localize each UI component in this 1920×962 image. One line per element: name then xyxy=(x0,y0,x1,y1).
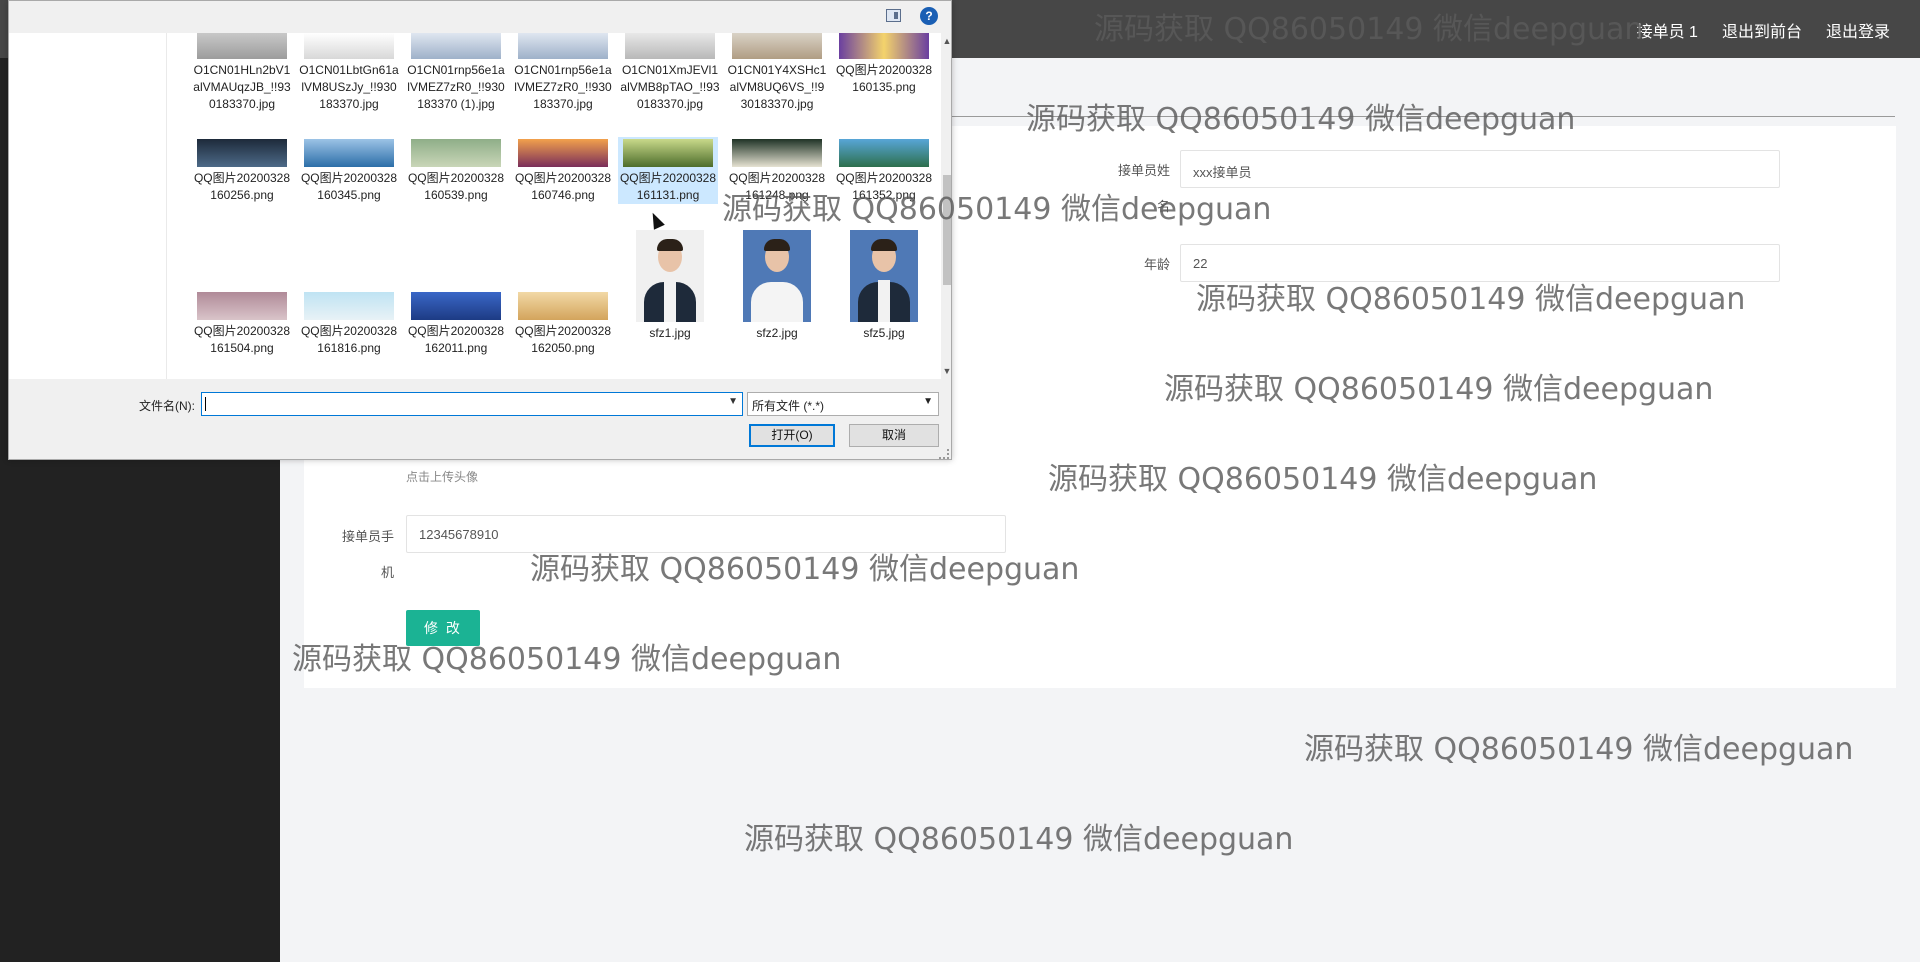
file-item[interactable]: O1CN01Y4XSHc1alVM8UQ6VS_!!930183370.jpg xyxy=(727,33,827,113)
file-name: sfz5.jpg xyxy=(863,326,905,340)
portrait-thumbnail xyxy=(743,230,811,322)
phone-label-wrap: 机 xyxy=(380,565,394,580)
name-field[interactable]: xxx接单员 xyxy=(1180,150,1780,188)
watermark: 源码获取 QQ86050149 微信deepguan xyxy=(1094,12,1644,47)
portrait-thumbnail xyxy=(850,230,918,322)
file-item[interactable]: O1CN01rnp56e1alVMEZ7zR0_!!930183370.jpg xyxy=(513,33,613,113)
file-name: QQ图片20200328160135.png xyxy=(835,63,933,94)
file-name: O1CN01Y4XSHc1alVM8UQ6VS_!!930183370.jpg xyxy=(727,63,827,111)
file-name: QQ图片20200328161131.png xyxy=(619,171,717,202)
image-thumbnail xyxy=(304,139,394,167)
image-thumbnail xyxy=(518,33,608,59)
image-thumbnail xyxy=(197,33,287,59)
portrait-thumbnail xyxy=(636,230,704,322)
file-item[interactable]: QQ图片20200328160345.png xyxy=(299,139,399,204)
file-type-value: 所有文件 (*.*) xyxy=(752,399,825,413)
file-item[interactable]: QQ图片20200328161816.png xyxy=(299,292,399,357)
watermark: 源码获取 QQ86050149 微信deepguan xyxy=(1026,102,1576,137)
file-name: QQ图片20200328161504.png xyxy=(193,324,291,355)
file-item[interactable]: QQ图片20200328160135.png xyxy=(834,33,934,96)
file-name: QQ图片20200328160539.png xyxy=(407,171,505,202)
image-thumbnail xyxy=(839,33,929,59)
scroll-up-icon[interactable]: ▲ xyxy=(942,35,951,47)
watermark: 源码获取 QQ86050149 微信deepguan xyxy=(722,192,1272,227)
file-item[interactable]: sfz5.jpg xyxy=(834,230,934,342)
help-icon[interactable]: ? xyxy=(920,7,938,25)
image-thumbnail xyxy=(518,292,608,320)
chevron-down-icon: ▼ xyxy=(923,396,933,407)
watermark: 源码获取 QQ86050149 微信deepguan xyxy=(1164,372,1714,407)
file-item[interactable]: O1CN01XmJEVl1alVMB8pTAO_!!930183370.jpg xyxy=(620,33,720,113)
phone-label: 接单员手 xyxy=(341,529,394,544)
file-item[interactable]: O1CN01rnp56e1alVMEZ7zR0_!!930183370 (1).… xyxy=(406,33,506,113)
file-item[interactable]: QQ图片20200328160746.png xyxy=(513,139,613,204)
resize-grip[interactable] xyxy=(939,449,949,459)
watermark: 源码获取 QQ86050149 微信deepguan xyxy=(1048,462,1598,497)
name-label: 接单员姓 xyxy=(1117,163,1170,178)
chevron-down-icon[interactable]: ▼ xyxy=(728,396,738,407)
dialog-footer: 文件名(N): ▼ 所有文件 (*.*) ▼ 打开(O) 取消 xyxy=(9,379,951,459)
filename-input[interactable]: ▼ xyxy=(201,392,743,416)
watermark: 源码获取 QQ86050149 微信deepguan xyxy=(744,822,1294,857)
nav-logout[interactable]: 退出登录 xyxy=(1826,18,1890,42)
filename-label: 文件名(N): xyxy=(139,399,195,413)
file-item[interactable]: QQ图片20200328162050.png xyxy=(513,292,613,357)
file-name: QQ图片20200328160256.png xyxy=(193,171,291,202)
file-item-selected[interactable]: QQ图片20200328161131.png xyxy=(618,137,718,204)
top-nav: 接单员 1 退出到前台 退出登录 xyxy=(1637,18,1890,42)
image-thumbnail xyxy=(732,33,822,59)
file-name: O1CN01XmJEVl1alVMB8pTAO_!!930183370.jpg xyxy=(620,63,720,111)
image-thumbnail xyxy=(623,139,713,167)
file-open-dialog: ? O1CN01HLn2bV1alVMAUqzJB_!!930183370.jp… xyxy=(8,0,952,460)
text-caret xyxy=(205,397,206,411)
nav-back-to-front[interactable]: 退出到前台 xyxy=(1722,18,1802,42)
file-name: O1CN01rnp56e1alVMEZ7zR0_!!930183370 (1).… xyxy=(407,63,505,111)
file-name: QQ图片20200328160746.png xyxy=(514,171,612,202)
file-item[interactable]: QQ图片20200328160256.png xyxy=(192,139,292,204)
watermark: 源码获取 QQ86050149 微信deepguan xyxy=(292,642,842,677)
image-thumbnail xyxy=(411,139,501,167)
image-thumbnail xyxy=(518,139,608,167)
image-thumbnail xyxy=(411,292,501,320)
file-item[interactable]: sfz1.jpg xyxy=(620,230,720,342)
file-item[interactable]: sfz2.jpg xyxy=(727,230,827,342)
open-button[interactable]: 打开(O) xyxy=(749,424,835,447)
file-name: QQ图片20200328161816.png xyxy=(300,324,398,355)
file-name: O1CN01rnp56e1alVMEZ7zR0_!!930183370.jpg xyxy=(514,63,612,111)
age-label: 年龄 xyxy=(1143,257,1170,272)
file-name: O1CN01HLn2bV1alVMAUqzJB_!!930183370.jpg xyxy=(193,63,291,111)
cancel-button[interactable]: 取消 xyxy=(849,424,939,447)
watermark: 源码获取 QQ86050149 微信deepguan xyxy=(530,552,1080,587)
file-name: sfz2.jpg xyxy=(756,326,798,340)
image-thumbnail xyxy=(839,139,929,167)
image-thumbnail xyxy=(304,33,394,59)
file-item[interactable]: QQ图片20200328161504.png xyxy=(192,292,292,357)
image-thumbnail xyxy=(411,33,501,59)
file-item[interactable]: O1CN01LbtGn61alVM8USzJy_!!930183370.jpg xyxy=(299,33,399,113)
file-item[interactable]: O1CN01HLn2bV1alVMAUqzJB_!!930183370.jpg xyxy=(192,33,292,113)
file-item[interactable]: QQ图片20200328160539.png xyxy=(406,139,506,204)
nav-user[interactable]: 接单员 1 xyxy=(1637,18,1698,42)
watermark: 源码获取 QQ86050149 微信deepguan xyxy=(1304,732,1854,767)
upload-avatar-tip[interactable]: 点击上传头像 xyxy=(406,468,478,485)
watermark: 源码获取 QQ86050149 微信deepguan xyxy=(1196,282,1746,317)
image-thumbnail xyxy=(625,33,715,59)
file-name: QQ图片20200328160345.png xyxy=(300,171,398,202)
scroll-down-icon[interactable]: ▼ xyxy=(942,365,951,377)
image-thumbnail xyxy=(304,292,394,320)
file-name: QQ图片20200328162011.png xyxy=(407,324,505,355)
preview-pane-icon[interactable] xyxy=(886,9,901,22)
file-name: O1CN01LbtGn61alVM8USzJy_!!930183370.jpg xyxy=(299,63,399,111)
image-thumbnail xyxy=(197,292,287,320)
file-name: sfz1.jpg xyxy=(649,326,691,340)
file-type-select[interactable]: 所有文件 (*.*) ▼ xyxy=(747,392,939,416)
file-item[interactable]: QQ图片20200328162011.png xyxy=(406,292,506,357)
image-thumbnail xyxy=(732,139,822,167)
navigation-pane[interactable] xyxy=(9,33,167,379)
image-thumbnail xyxy=(197,139,287,167)
dialog-toolbar: ? xyxy=(9,1,951,33)
file-name: QQ图片20200328162050.png xyxy=(514,324,612,355)
